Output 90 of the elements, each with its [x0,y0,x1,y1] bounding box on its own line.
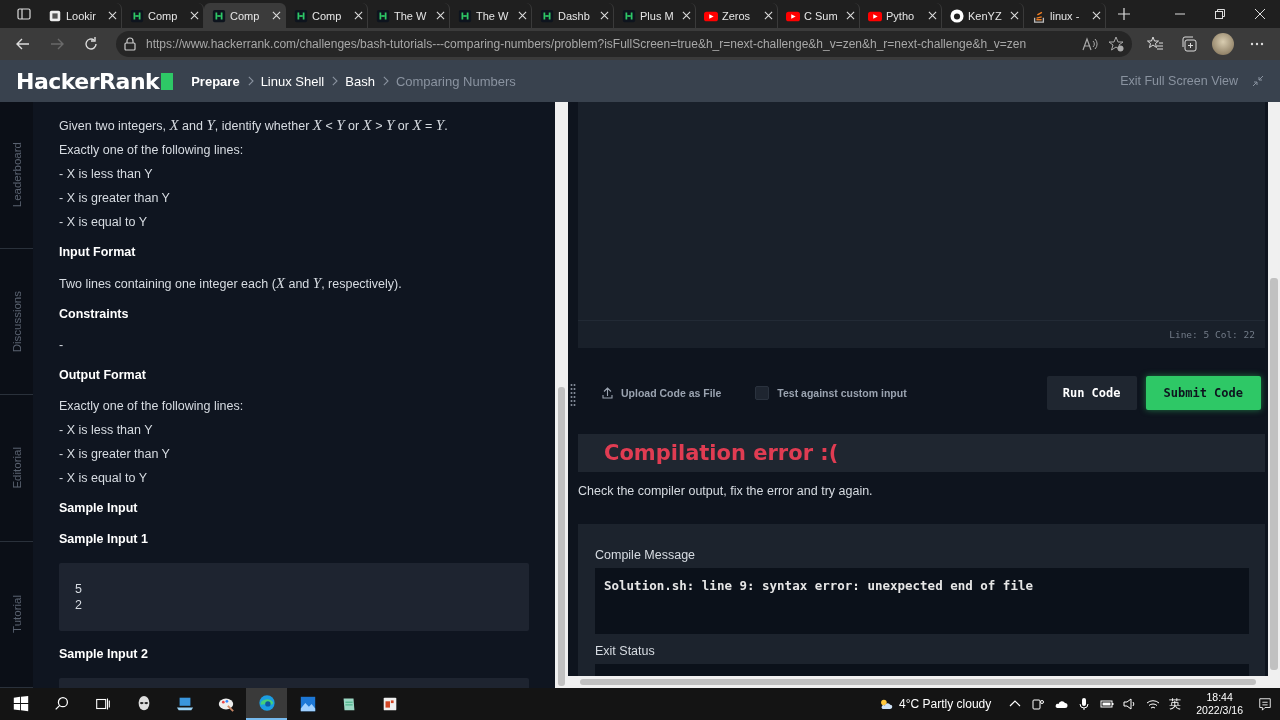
close-icon[interactable] [354,11,363,20]
resize-handle[interactable] [570,383,576,407]
close-icon[interactable] [1255,9,1265,19]
breadcrumb-link[interactable]: Prepare [191,73,240,89]
result-title: Compilation error :( [604,441,839,465]
section-heading: Output Format [59,368,147,383]
breadcrumb-link[interactable]: Bash [345,73,375,89]
breadcrumb-link[interactable]: Linux Shell [260,73,325,89]
checkbox[interactable] [755,386,770,400]
section-heading: Sample Input 1 [59,532,149,547]
section-heading: Sample Input 2 [59,647,149,662]
input-method-indicator[interactable]: 英 [1169,695,1182,713]
read-aloud-icon[interactable] [1082,37,1098,51]
scrollbar[interactable] [568,676,1268,688]
browser-icon [257,694,276,712]
star-icon[interactable] [1108,36,1124,52]
problem-text: Exactly one of the following lines: [59,399,245,414]
weather-text[interactable]: 4°C Partly cloudy [899,697,992,711]
address-bar[interactable]: https://www.hackerrank.com/challenges/bash-tutorials---comparing-numbers/problem?isFullScreen=true&h_r=next-challenge&h_v=zen&h_r=next-challenge&h_v=zen [116,31,1132,57]
close-icon[interactable] [518,11,527,20]
microphone-icon[interactable] [1077,697,1092,711]
wifi-icon[interactable] [1146,697,1161,711]
meeting-icon[interactable] [1031,697,1046,711]
problem-text: - X is greater than Y [59,191,171,206]
refresh-icon[interactable] [83,36,99,52]
close-icon[interactable] [436,11,445,20]
close-icon[interactable] [764,11,773,20]
problem-text: - X is equal to Y [59,215,148,230]
section-heading: Sample Input [59,501,139,516]
square-icon [376,8,390,23]
laptop-icon [175,695,194,713]
page-icon [48,8,62,23]
collections-icon[interactable] [1181,36,1197,52]
clock[interactable]: 18:44 2022/3/16 [1196,691,1243,717]
section-heading: Constraints [59,307,130,322]
square-icon [212,8,226,23]
scrollbar[interactable] [555,102,568,688]
close-icon[interactable] [682,11,691,20]
image-icon [298,695,317,713]
upload-icon [602,387,613,399]
problem-text: - X is less than Y [59,167,154,182]
square-icon [458,8,472,23]
scrollbar[interactable] [1268,102,1280,688]
close-icon[interactable] [1092,11,1101,20]
checkbox-label[interactable]: Test against custom input [777,387,907,399]
chevron-right-icon [381,76,389,86]
run-button[interactable]: Run Code [1046,376,1137,410]
sample-code-block: 5 2 [59,563,529,631]
square-icon [540,8,554,23]
chevron-right-icon [246,76,254,86]
problem-text: - X is greater than Y [59,447,171,462]
submit-button[interactable]: Submit Code [1145,376,1261,410]
tab-actions-icon[interactable] [17,7,31,21]
problem-text: Two lines containing one integer each (X and Y, respectively). [59,276,403,292]
restore-icon[interactable] [1215,9,1225,19]
chevron-right-icon [331,76,339,86]
plus-icon[interactable] [1118,8,1130,20]
problem-text: Given two integers, X and Y, identify whether X < Y or X > Y or X = Y. [59,118,449,134]
square-icon [622,8,636,23]
lock-icon [124,37,136,51]
site-logo[interactable]: HackerRank [16,68,174,94]
section-heading: Input Format [59,245,137,260]
problem-text: - X is less than Y [59,423,154,438]
close-icon[interactable] [928,11,937,20]
problem-text: - [59,338,65,353]
result-message: Check the compiler output, fix the error and try again. [578,484,874,498]
close-icon[interactable] [272,11,281,20]
close-icon[interactable] [1010,11,1019,20]
output-label: Compile Message [595,548,697,562]
square-icon [130,8,144,23]
start-icon[interactable] [11,695,30,713]
problem-text: - X is equal to Y [59,471,148,486]
problem-text: Exactly one of the following lines: [59,143,245,158]
favorites-icon[interactable] [1147,36,1163,52]
notification-icon[interactable] [1258,697,1272,711]
weather-icon [879,697,894,711]
close-icon[interactable] [190,11,199,20]
collapse-icon[interactable] [1252,75,1264,87]
browser-tab[interactable]: Comp [204,3,286,28]
upload-code-link[interactable]: Upload Code as File [602,387,722,399]
back-icon[interactable] [15,36,31,52]
close-icon[interactable] [846,11,855,20]
output-label: Exit Status [595,644,656,658]
battery-icon[interactable] [1100,697,1115,711]
cursor-position: Line: 5 Col: 22 [1169,329,1255,340]
profile-avatar[interactable] [1212,33,1234,55]
compiler-output: Solution.sh: line 9: syntax error: unexpected end of file [595,568,1249,634]
square-icon [294,8,308,23]
close-icon[interactable] [108,11,117,20]
close-icon[interactable] [600,11,609,20]
